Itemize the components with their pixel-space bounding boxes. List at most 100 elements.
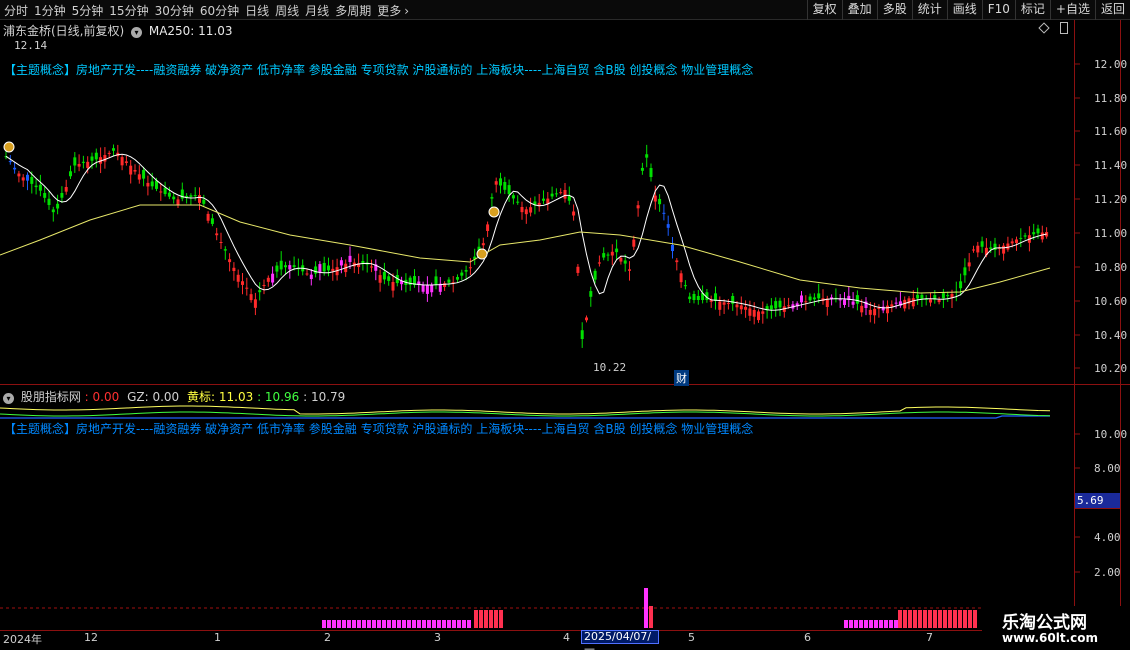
- candle-body: [43, 193, 47, 198]
- candle-body: [60, 192, 64, 198]
- candle-body: [370, 266, 373, 268]
- candle-body: [1015, 239, 1018, 243]
- candle-body: [292, 265, 296, 268]
- candle-body: [597, 262, 601, 264]
- candle-body: [1040, 232, 1044, 240]
- candle-body: [929, 299, 932, 303]
- x-tick-label: 4: [563, 631, 570, 644]
- candle-body: [757, 311, 760, 321]
- candle-body: [198, 195, 201, 203]
- candle-body: [976, 245, 980, 253]
- candle-body: [894, 302, 898, 304]
- sub-y-tick-label: 8.00: [1094, 462, 1121, 475]
- scroll-handle[interactable]: [1060, 22, 1068, 34]
- candle-body: [696, 295, 700, 300]
- candle-body: [464, 270, 468, 272]
- circle-chevron-icon[interactable]: ▾: [131, 27, 143, 38]
- candle-body: [499, 178, 502, 186]
- signal-bar: [392, 620, 396, 628]
- kline-chart[interactable]: [0, 0, 1130, 650]
- candle-body: [30, 177, 34, 184]
- candle-body: [137, 174, 141, 180]
- signal-bar: [347, 620, 351, 628]
- candle-body: [671, 245, 674, 252]
- signal-bar: [943, 610, 947, 628]
- finance-report-badge[interactable]: 财: [674, 370, 689, 386]
- candle-body: [387, 276, 391, 281]
- signal-bar: [402, 620, 406, 628]
- x-tick-label: 12: [84, 631, 98, 644]
- candle-body: [176, 199, 180, 205]
- candle-body: [602, 253, 606, 258]
- candle-body: [683, 285, 687, 287]
- candle-body: [542, 198, 545, 201]
- candle-body: [963, 267, 967, 276]
- candle-body: [804, 301, 808, 303]
- candle-body: [636, 205, 640, 209]
- candle-body: [1023, 235, 1027, 237]
- candle-body: [855, 295, 859, 304]
- candle-body: [851, 301, 855, 305]
- sub-y-tick-label: 4.00: [1094, 531, 1121, 544]
- signal-bar: [958, 610, 962, 628]
- candle-body: [146, 182, 150, 187]
- candle-body: [305, 273, 309, 275]
- candle-body: [331, 268, 335, 272]
- x-axis: [0, 630, 1074, 644]
- candle-body: [434, 276, 438, 285]
- candle-body: [726, 303, 730, 305]
- candle-body: [271, 273, 275, 283]
- x-tick-label: 3: [434, 631, 441, 644]
- signal-bar: [903, 610, 907, 628]
- circle-chevron-icon[interactable]: ▾: [3, 393, 14, 404]
- candle-body: [946, 295, 950, 297]
- y-tick-label: 11.20: [1094, 193, 1128, 206]
- stock-title[interactable]: 浦东金桥(日线,前复权): [3, 24, 124, 38]
- candle-body: [86, 161, 90, 168]
- candle-body: [748, 308, 752, 316]
- candle-body: [640, 167, 644, 171]
- candle-body: [124, 161, 128, 163]
- ma-slow-line: [0, 204, 1051, 294]
- candle-body: [64, 187, 68, 192]
- money-bag-icon: [476, 248, 488, 260]
- candle-body: [447, 279, 451, 283]
- candle-body: [241, 281, 244, 285]
- signal-bar: [869, 620, 873, 628]
- candle-body: [559, 192, 563, 194]
- candle-body: [593, 270, 597, 280]
- candle-body: [258, 290, 262, 293]
- candle-body: [563, 190, 567, 199]
- signal-bar: [372, 620, 376, 628]
- candle-body: [516, 201, 520, 203]
- signal-bar: [377, 620, 381, 628]
- sub-y-tick-label: 2.00: [1094, 566, 1121, 579]
- candle-body: [511, 195, 515, 199]
- candle-body: [253, 299, 257, 308]
- candle-body: [520, 207, 524, 213]
- candle-body: [120, 157, 124, 166]
- candle-body: [232, 267, 236, 272]
- watermark-url: www.60lt.com: [1002, 631, 1099, 645]
- candle-body: [77, 163, 81, 167]
- candle-body: [73, 157, 77, 166]
- y-tick-label: 11.60: [1094, 125, 1128, 138]
- candle-body: [619, 257, 623, 262]
- candle-body: [1019, 237, 1023, 239]
- candle-body: [228, 259, 232, 263]
- candle-body: [774, 301, 778, 309]
- y-tick-label: 12.00: [1094, 58, 1128, 71]
- signal-bar: [387, 620, 391, 628]
- candle-body: [1010, 241, 1014, 244]
- candle-body: [812, 297, 816, 300]
- candle-body: [13, 167, 17, 170]
- candle-body: [142, 170, 146, 179]
- indicator-name[interactable]: 股朋指标网: [21, 390, 81, 404]
- candle-body: [159, 191, 163, 193]
- signal-bar: [938, 610, 942, 628]
- candle-body: [314, 266, 318, 274]
- y-tick-label: 10.60: [1094, 295, 1128, 308]
- candle-body: [718, 301, 722, 310]
- signal-bar: [864, 620, 868, 628]
- signal-bar: [854, 620, 858, 628]
